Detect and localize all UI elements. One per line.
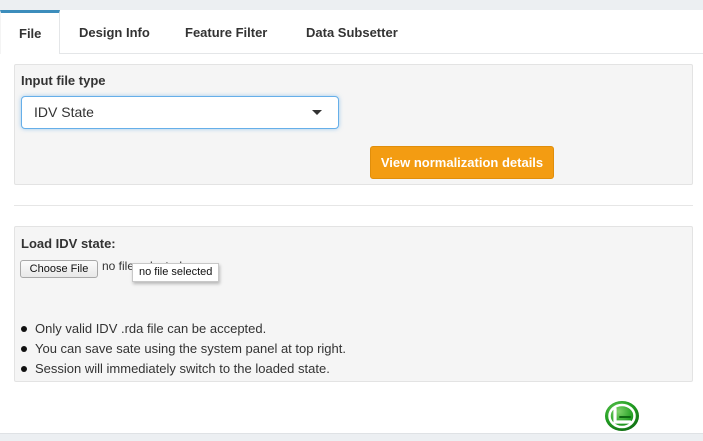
tab-file[interactable]: File (0, 10, 61, 54)
load-state-panel: Load IDV state: Choose File no file sele… (14, 226, 693, 382)
divider (14, 205, 693, 206)
input-file-type-value: IDV State (34, 104, 94, 120)
tab-design-info[interactable]: Design Info (61, 10, 168, 54)
list-item: Session will immediately switch to the l… (21, 359, 346, 379)
input-file-type-panel: Input file type IDV State View normaliza… (14, 64, 693, 185)
tab-feature-filter[interactable]: Feature Filter (167, 10, 285, 54)
green-logo-icon (605, 401, 639, 431)
notes-list: Only valid IDV .rda file can be accepted… (21, 319, 346, 379)
load-state-label: Load IDV state: (21, 236, 116, 251)
tab-panel: File Design Info Feature Filter Data Sub… (0, 10, 703, 434)
list-item: You can save sate using the system panel… (21, 339, 346, 359)
list-item: Only valid IDV .rda file can be accepted… (21, 319, 346, 339)
chevron-down-icon (312, 110, 322, 115)
input-file-type-label: Input file type (21, 73, 106, 88)
input-file-type-select[interactable]: IDV State (21, 96, 339, 129)
file-status-tooltip: no file selected (132, 263, 220, 282)
tab-bar: File Design Info Feature Filter Data Sub… (0, 10, 703, 54)
view-normalization-details-button[interactable]: View normalization details (370, 146, 554, 179)
choose-file-button[interactable]: Choose File (20, 260, 98, 278)
tab-data-subsetter[interactable]: Data Subsetter (288, 10, 416, 54)
